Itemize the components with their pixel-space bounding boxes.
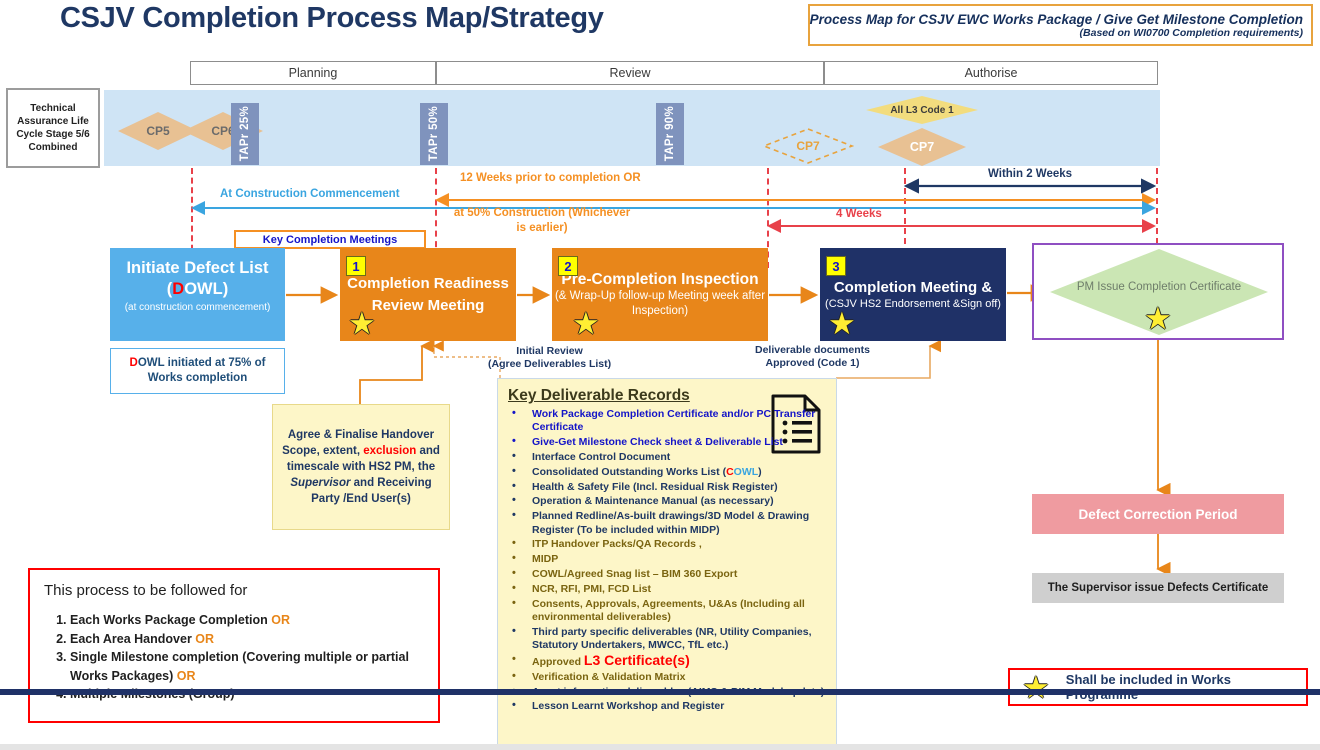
gate-cp7-dashed-label: CP7 <box>796 139 820 153</box>
legend-box: ★ Shall be included in Works Programme <box>1008 668 1308 706</box>
step-3-title: Completion Meeting & <box>833 279 993 296</box>
process-scope-heading: This process to be followed for <box>44 582 248 599</box>
deliverable-item: Verification & Validation Matrix <box>506 670 826 684</box>
dowl-note-d: D <box>129 357 138 369</box>
subtitle-box: Process Map for CSJV EWC Works Package /… <box>808 4 1313 46</box>
label-at-construction-commencement: At Construction Commencement <box>220 188 400 200</box>
pm-decision-label: PM Issue Completion Certificate <box>1076 281 1242 293</box>
legend-text: Shall be included in Works Programme <box>1065 672 1231 702</box>
deliverable-item: COWL/Agreed Snag list – BIM 360 Export <box>506 567 826 581</box>
label-12-weeks: 12 Weeks prior to completion OR <box>460 172 641 184</box>
phase-tab-planning[interactable]: Planning <box>190 61 436 85</box>
page-edge <box>0 744 1320 750</box>
star-icon: ★ <box>828 306 856 341</box>
dowl-title-line-1: Initiate Defect List <box>126 259 269 277</box>
deliverable-item: Approved L3 Certificate(s) <box>506 653 826 669</box>
dowl-title-line-2: (DOWL) <box>166 280 229 298</box>
process-scope-item: Each Works Package Completion OR <box>70 611 424 630</box>
dowl-subtitle: (at construction commencement) <box>124 302 271 313</box>
process-scope-item: Each Area Handover OR <box>70 630 424 649</box>
subtitle-line-2: (Based on WI0700 Completion requirements… <box>1079 26 1303 39</box>
gate-cp7-dashed[interactable]: CP7 <box>762 127 854 165</box>
tapr-90-label: TAPr 90% <box>664 106 676 162</box>
star-icon: ★ <box>572 306 600 341</box>
guide-line-4 <box>904 168 906 254</box>
annotation-initial-review: Initial Review (Agree Deliverables List) <box>488 345 612 370</box>
process-box-initiate-defect-list[interactable]: Initiate Defect List (DOWL) (at construc… <box>110 248 285 341</box>
label-4-weeks: 4 Weeks <box>836 208 882 220</box>
deliverable-item: NCR, RFI, PMI, FCD List <box>506 582 826 596</box>
step-number-2: 2 <box>558 256 578 276</box>
tapr-25-label: TAPr 25% <box>239 106 251 162</box>
process-scope-item: Single Milestone completion (Covering mu… <box>70 648 424 685</box>
deliverable-item: Lesson Learnt Workshop and Register <box>506 699 826 713</box>
assurance-stage-label: Technical Assurance Life Cycle Stage 5/6… <box>6 88 100 168</box>
step-number-3: 3 <box>826 256 846 276</box>
subtitle-line-1: Process Map for CSJV EWC Works Package /… <box>809 11 1303 27</box>
dowl-note-text: OWL initiated at 75% of Works completion <box>137 357 266 384</box>
all-l3-label: All L3 Code 1 <box>890 104 954 116</box>
label-within-2-weeks: Within 2 Weeks <box>988 168 1073 180</box>
process-box-completion-meeting[interactable]: 3 Completion Meeting & (CSJV HS2 Endorse… <box>820 248 1006 341</box>
tapr-50-label: TAPr 50% <box>428 106 440 162</box>
supervisor-defects-certificate: The Supervisor issue Defects Certificate <box>1032 573 1284 603</box>
tapr-90: TAPr 90% <box>656 103 684 165</box>
deliverable-item: Planned Redline/As-built drawings/3D Mod… <box>506 509 826 537</box>
phase-tab-review[interactable]: Review <box>436 61 824 85</box>
tapr-50: TAPr 50% <box>420 103 448 165</box>
deliverable-item: ITP Handover Packs/QA Records , <box>506 537 826 551</box>
navy-divider <box>0 689 1320 695</box>
label-50-percent-construction: at 50% Construction (Whichever is earlie… <box>453 207 631 234</box>
process-box-completion-readiness-review[interactable]: 1 Completion Readiness Review Meeting ★ <box>340 248 516 341</box>
assurance-band <box>104 90 1160 166</box>
page-title: CSJV Completion Process Map/Strategy <box>60 2 604 34</box>
step-2-title: Pre-Completion Inspection <box>561 271 759 288</box>
deliverable-item: Consents, Approvals, Agreements, U&As (I… <box>506 597 826 625</box>
tapr-25: TAPr 25% <box>231 103 259 165</box>
star-icon: ★ <box>348 306 376 341</box>
deliverable-item: Interface Control Document <box>506 450 826 464</box>
deliverable-item: Consolidated Outstanding Works List (COW… <box>506 465 826 479</box>
annotation-deliverable-documents: Deliverable documents Approved (Code 1) <box>755 344 870 369</box>
key-completion-meetings-label: Key Completion Meetings <box>234 230 426 249</box>
deliverable-item: MIDP <box>506 552 826 566</box>
deliverable-item: Work Package Completion Certificate and/… <box>506 407 826 435</box>
gate-cp7-solid-label: CP7 <box>909 140 935 154</box>
process-scope-panel: This process to be followed for Each Wor… <box>28 568 440 723</box>
deliverable-item: Health & Safety File (Incl. Residual Ris… <box>506 480 826 494</box>
dowl-note: DOWL initiated at 75% of Works completio… <box>110 348 285 394</box>
phase-tab-authorise[interactable]: Authorise <box>824 61 1158 85</box>
star-icon: ★ <box>1144 301 1172 336</box>
step-number-1: 1 <box>346 256 366 276</box>
process-box-pre-completion-inspection[interactable]: 2 Pre-Completion Inspection (& Wrap-Up f… <box>552 248 768 341</box>
key-deliverable-records-list: Work Package Completion Certificate and/… <box>506 407 826 714</box>
deliverable-item: Operation & Maintenance Manual (as neces… <box>506 494 826 508</box>
deliverable-item: Third party specific deliverables (NR, U… <box>506 625 826 653</box>
guide-line-5 <box>1156 168 1158 254</box>
defect-correction-period: Defect Correction Period <box>1032 494 1284 534</box>
handover-scope-note: Agree & Finalise Handover Scope, extent,… <box>272 404 450 530</box>
deliverable-item: Give-Get Milestone Check sheet & Deliver… <box>506 435 826 449</box>
star-icon: ★ <box>1022 669 1050 705</box>
